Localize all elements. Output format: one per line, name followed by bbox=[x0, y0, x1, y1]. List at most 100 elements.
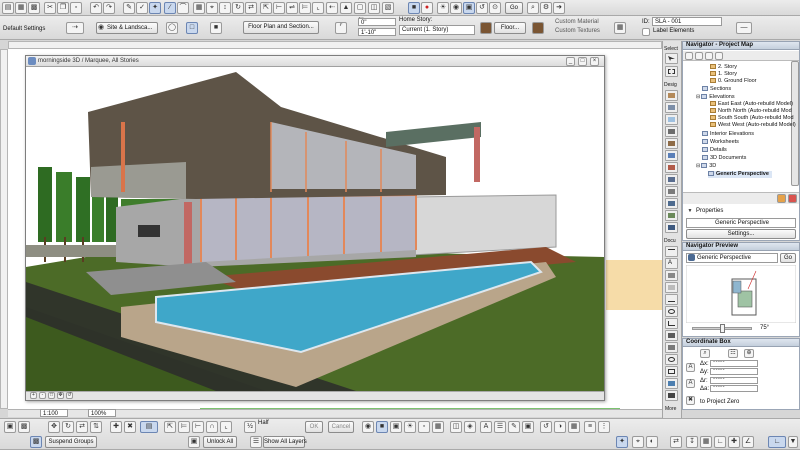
resize-icon[interactable]: ⇱ bbox=[164, 421, 176, 433]
graphic-override-icon[interactable]: ◑ bbox=[554, 421, 566, 433]
coord-dr-field[interactable]: ***** bbox=[710, 377, 758, 384]
close-icon[interactable]: × bbox=[590, 57, 599, 66]
open-icon[interactable]: ▤ bbox=[2, 2, 14, 14]
tree-item-sections[interactable]: Sections bbox=[702, 86, 731, 93]
paint-icon[interactable]: ● bbox=[421, 2, 433, 14]
minimize-icon[interactable]: _ bbox=[566, 57, 575, 66]
show-all-layers-button[interactable]: Show All Layers bbox=[263, 436, 307, 448]
navigator-preview-header[interactable]: Navigator Preview bbox=[682, 242, 800, 251]
preview-map[interactable] bbox=[686, 265, 796, 323]
split-small-icon[interactable]: ⊨ bbox=[178, 421, 190, 433]
stair-icon[interactable]: ⌜ bbox=[335, 22, 347, 34]
coordinate-box-header[interactable]: Coordinate Box bbox=[682, 338, 800, 347]
split-icon[interactable]: ⊨ bbox=[299, 2, 311, 14]
ellipse-icon[interactable]: ◯ bbox=[166, 22, 178, 34]
zoom-in-icon[interactable]: + bbox=[30, 392, 37, 399]
suspend-groups-button[interactable]: Suspend Groups bbox=[45, 436, 97, 448]
polyline-tool-icon[interactable] bbox=[665, 318, 678, 329]
pointer-arrow-icon[interactable]: ⇢ bbox=[66, 22, 84, 34]
angle-snap-icon[interactable]: ∠ bbox=[742, 436, 754, 448]
layer-icon[interactable]: ☰ bbox=[250, 436, 262, 448]
mirror-icon[interactable]: ⇄ bbox=[245, 2, 257, 14]
minus-icon[interactable]: — bbox=[736, 22, 752, 34]
home-story-select[interactable]: Current (1. Story) bbox=[399, 25, 475, 35]
coord-dx-field[interactable]: ***** bbox=[710, 360, 758, 367]
properties-view-name-field[interactable]: Generic Perspective bbox=[686, 218, 796, 228]
render-icon[interactable]: ☀ bbox=[437, 2, 449, 14]
id-field[interactable]: SLA - 001 bbox=[652, 17, 722, 26]
floor-plan-section-button[interactable]: Floor Plan and Section... bbox=[243, 21, 319, 34]
wireframe-icon[interactable]: ▦ bbox=[432, 421, 444, 433]
tree-item-1-story[interactable]: 1. Story bbox=[710, 71, 737, 78]
tree-item-south[interactable]: South South (Auto-rebuild Mod bbox=[710, 115, 794, 122]
scale-icon[interactable]: ⇱ bbox=[260, 2, 272, 14]
lock-icon[interactable]: ▣ bbox=[188, 436, 200, 448]
save-icon[interactable]: ▦ bbox=[15, 2, 27, 14]
label-tool-icon[interactable] bbox=[665, 270, 678, 281]
window-tool-icon[interactable] bbox=[665, 114, 678, 125]
text-tool-icon[interactable]: A bbox=[665, 258, 678, 269]
tree-item-east[interactable]: East East (Auto-rebuild Model) bbox=[710, 101, 793, 108]
guide-icon[interactable]: ↕ bbox=[219, 2, 231, 14]
tree-item-west[interactable]: West West (Auto-rebuild Model) bbox=[710, 122, 796, 129]
tree-item-north[interactable]: North North (Auto-rebuild Mod bbox=[710, 108, 792, 115]
navigator-header[interactable]: Navigator - Project Map bbox=[682, 41, 800, 50]
hidden-line-icon[interactable]: ▫ bbox=[418, 421, 430, 433]
figure-tool-icon[interactable] bbox=[665, 378, 678, 389]
black-square-icon[interactable]: ■ bbox=[210, 22, 222, 34]
marquee-tool-icon[interactable] bbox=[665, 66, 678, 77]
rotate-small-icon[interactable]: ↻ bbox=[62, 421, 74, 433]
eyedropper-icon[interactable]: ✓ bbox=[136, 2, 148, 14]
half-icon[interactable]: ½ bbox=[244, 421, 256, 433]
rotate-icon[interactable]: ↻ bbox=[232, 2, 244, 14]
paste-icon[interactable]: ▫ bbox=[70, 2, 82, 14]
column-tool-icon[interactable] bbox=[665, 126, 678, 137]
wall-icon[interactable] bbox=[480, 22, 492, 34]
3d-scene[interactable] bbox=[26, 67, 604, 391]
multiply-icon[interactable]: ✖ bbox=[124, 421, 136, 433]
scale-field[interactable]: 1:100 bbox=[40, 409, 68, 417]
fillet-small-icon[interactable]: ⌞ bbox=[220, 421, 232, 433]
worksheet-tool-icon[interactable] bbox=[665, 366, 678, 377]
beam-tool-icon[interactable] bbox=[665, 138, 678, 149]
zone-tool-icon[interactable] bbox=[665, 222, 678, 233]
project-map-tab-icon[interactable] bbox=[685, 52, 693, 60]
delete-icon[interactable] bbox=[788, 194, 797, 203]
expand-icon[interactable]: ⊟ bbox=[696, 94, 700, 100]
ungroup-icon[interactable]: ▩ bbox=[18, 421, 30, 433]
unlock-all-button[interactable]: Unlock All bbox=[203, 436, 237, 448]
settings-button[interactable]: Settings... bbox=[686, 229, 796, 239]
more-options-icon[interactable]: ▼ bbox=[788, 436, 798, 448]
snap-icon[interactable]: ⌖ bbox=[206, 2, 218, 14]
new-folder-icon[interactable] bbox=[777, 194, 786, 203]
snap-guides-icon[interactable]: ⌖ bbox=[632, 436, 644, 448]
section-tool-icon[interactable] bbox=[665, 330, 678, 341]
group-icon[interactable]: ▣ bbox=[4, 421, 16, 433]
label-elements-checkbox[interactable] bbox=[642, 28, 650, 36]
grid-snap-icon[interactable]: ▦ bbox=[700, 436, 712, 448]
magic-wand-icon[interactable]: ✦ bbox=[149, 2, 161, 14]
move-icon[interactable]: ✥ bbox=[48, 421, 60, 433]
pencil-icon[interactable]: ✎ bbox=[123, 2, 135, 14]
3d-view-icon[interactable]: ▣ bbox=[463, 2, 475, 14]
adjust-icon[interactable]: ⊢ bbox=[192, 421, 204, 433]
toolbox-more-label[interactable]: More bbox=[665, 406, 676, 412]
elevate-icon[interactable]: ⇅ bbox=[90, 421, 102, 433]
ortho-icon[interactable]: ∟ bbox=[714, 436, 726, 448]
tree-item-2-story[interactable]: 2. Story bbox=[710, 64, 737, 71]
renovation-icon[interactable]: ↺ bbox=[540, 421, 552, 433]
print-icon[interactable]: ▩ bbox=[28, 2, 40, 14]
coord-dy-field[interactable]: ***** bbox=[710, 368, 758, 375]
view-map-tab-icon[interactable] bbox=[695, 52, 703, 60]
undo-icon[interactable]: ↶ bbox=[90, 2, 102, 14]
maximize-icon[interactable]: □ bbox=[578, 57, 587, 66]
roof-tool-icon[interactable] bbox=[665, 162, 678, 173]
layer-combo-icon[interactable]: ☰ bbox=[494, 421, 506, 433]
fill-tool-icon[interactable] bbox=[665, 282, 678, 293]
stretch-icon[interactable]: ▤ bbox=[140, 421, 158, 433]
suspend-groups-icon[interactable]: ▩ bbox=[30, 436, 42, 448]
text-style-icon[interactable]: A bbox=[480, 421, 492, 433]
mirror-small-icon[interactable]: ⇄ bbox=[76, 421, 88, 433]
pan-icon[interactable]: ✥ bbox=[57, 392, 64, 399]
slab-tool-icon[interactable] bbox=[665, 150, 678, 161]
